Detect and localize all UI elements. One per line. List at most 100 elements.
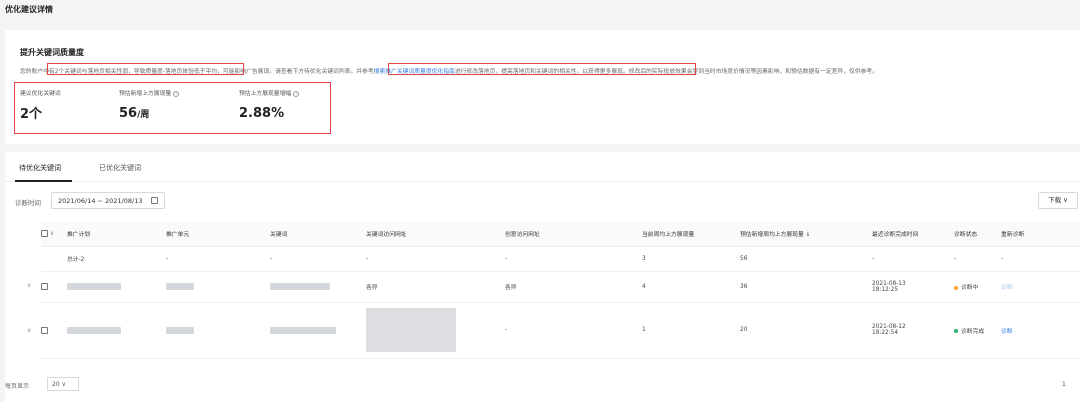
redacted-keyword bbox=[270, 283, 330, 290]
suggest-keywords-label: 建议优化关键词 bbox=[20, 91, 61, 97]
section-title: 提升关键词质量度 bbox=[20, 48, 84, 57]
desc-text-4: 并参考 bbox=[356, 69, 374, 75]
redacted-keyword bbox=[270, 326, 336, 334]
est-impressions-number: 56 bbox=[119, 106, 138, 121]
row-plan bbox=[67, 271, 166, 303]
desc-text-2: 2个关键词与落地页相关性弱，导致质量度-落地页体验低于平均 bbox=[54, 69, 218, 75]
chevron-down-icon[interactable]: ∨ bbox=[27, 327, 31, 334]
total-current: 3 bbox=[642, 246, 740, 272]
desc-text-7: 修改后的实际投放效果会受到当时市场竞价情况等因素影响，和预估数据有一定差异，仅供… bbox=[628, 69, 879, 75]
table-header-row: ∨ 推广计划 推广单元 关键词 关键词访问网址 创意访问网址 当前周均上方展现量… bbox=[41, 222, 1080, 247]
table-row: ∨ 各异 各异 4 36 2021-08-13 18:12:25 诊断中 诊断 bbox=[27, 271, 1080, 303]
suggestion-card: 提升关键词质量度 您的账户中有2个关键词与落地页相关性弱，导致质量度-落地页体验… bbox=[5, 30, 1080, 144]
date-range-value: 2021/06/14 ~ 2021/08/13 bbox=[58, 197, 143, 205]
row-unit bbox=[166, 302, 270, 359]
row-current: 4 bbox=[642, 271, 740, 303]
row-estimated: 20 bbox=[740, 302, 872, 359]
header-creative-url: 创意访问网址 bbox=[505, 222, 642, 247]
desc-text-1: 您的账户中有 bbox=[20, 69, 55, 75]
tab-optimized-keywords[interactable]: 已优化关键词 bbox=[99, 163, 141, 173]
row-select-cell[interactable]: ∨ bbox=[27, 302, 67, 359]
header-last-diagnosis: 最近诊断完成时间 bbox=[872, 222, 954, 247]
keyword-table: ∨ 推广计划 推广单元 关键词 关键词访问网址 创意访问网址 当前周均上方展现量… bbox=[27, 222, 1080, 359]
info-icon[interactable]: i bbox=[293, 90, 300, 97]
active-tab-indicator bbox=[15, 180, 72, 182]
row-status-text: 诊断完成 bbox=[961, 328, 985, 335]
row-status-text: 诊断中 bbox=[961, 285, 979, 291]
redacted-plan bbox=[67, 326, 121, 334]
row-keyword bbox=[270, 302, 366, 359]
date-range-picker[interactable]: 2021/06/14 ~ 2021/08/13 bbox=[51, 192, 165, 209]
row-estimated: 36 bbox=[740, 271, 872, 303]
row-unit bbox=[166, 271, 270, 303]
row-action: 诊断 bbox=[1001, 302, 1080, 359]
download-button[interactable]: 下载 ∨ bbox=[1038, 192, 1078, 209]
calendar-icon bbox=[151, 197, 158, 204]
page-size-select[interactable]: 20 ∨ bbox=[47, 377, 79, 391]
est-rate-label: 预估上方展现量增幅 i bbox=[239, 88, 300, 97]
total-time: - bbox=[872, 246, 954, 272]
info-icon[interactable]: i bbox=[173, 90, 180, 97]
row-action: 诊断 bbox=[1001, 271, 1080, 303]
est-impressions-label-text: 预估新增上方展现量 bbox=[119, 91, 172, 97]
row-creative-url: 各异 bbox=[505, 271, 642, 303]
est-impressions-label: 预估新增上方展现量 i bbox=[119, 88, 180, 97]
row-status: 诊断中 bbox=[954, 271, 1001, 303]
total-keyword-url: - bbox=[366, 246, 505, 272]
status-dot bbox=[954, 329, 958, 333]
keyword-list-card: 待优化关键词 已优化关键词 诊断时间 2021/06/14 ~ 2021/08/… bbox=[5, 152, 1080, 402]
row-creative-url: - bbox=[505, 302, 642, 359]
redacted-unit bbox=[166, 326, 194, 334]
header-keyword: 关键词 bbox=[270, 222, 366, 247]
total-empty-cell bbox=[41, 246, 67, 272]
row-time: 2021-08-12 18:22:54 bbox=[872, 302, 954, 359]
tab-bar: 待优化关键词 已优化关键词 bbox=[5, 152, 1080, 182]
total-action: - bbox=[1001, 246, 1080, 272]
status-dot bbox=[954, 285, 958, 290]
chevron-down-icon[interactable]: ∨ bbox=[50, 230, 54, 237]
row-checkbox[interactable] bbox=[41, 283, 48, 290]
table-total-row: 总计-2 - - - - 3 56 - - - bbox=[41, 246, 1080, 272]
select-all-cell[interactable]: ∨ bbox=[41, 222, 67, 247]
table-row: ∨ - 1 20 2021-08-12 18:22:54 诊断完成 诊断 bbox=[27, 302, 1080, 359]
total-unit: - bbox=[166, 246, 270, 272]
chevron-down-icon[interactable]: ∨ bbox=[27, 282, 31, 289]
select-all-checkbox[interactable] bbox=[41, 230, 48, 238]
page-number[interactable]: 1 bbox=[1062, 381, 1066, 388]
row-select-cell[interactable]: ∨ bbox=[27, 271, 67, 303]
est-impressions-unit: /周 bbox=[137, 110, 150, 120]
desc-text-6: 进行修改落地页，提高落地页和关键词的相关性，以获得更多展现。 bbox=[454, 69, 629, 75]
total-label: 总计-2 bbox=[67, 246, 166, 272]
total-creative-url: - bbox=[505, 246, 642, 272]
row-time-clock: 18:12:25 bbox=[872, 286, 899, 293]
tab-pending-keywords[interactable]: 待优化关键词 bbox=[19, 163, 61, 173]
page-size-label: 每页显示 bbox=[5, 383, 30, 390]
header-plan: 推广计划 bbox=[67, 222, 166, 247]
est-rate-label-text: 预估上方展现量增幅 bbox=[239, 91, 292, 97]
row-status: 诊断完成 bbox=[954, 302, 1001, 359]
header-estimated-impressions[interactable]: 预估新增周均上方展现量 ↓ bbox=[740, 222, 872, 247]
date-filter-label: 诊断时间 bbox=[15, 199, 41, 207]
suggest-keywords-value: 2个 bbox=[20, 107, 43, 122]
row-plan bbox=[67, 302, 166, 359]
redacted-unit bbox=[166, 283, 194, 290]
row-time: 2021-08-13 18:12:25 bbox=[872, 271, 954, 303]
rediagnose-link[interactable]: 诊断 bbox=[1001, 329, 1013, 335]
page-title: 优化建议详情 bbox=[5, 5, 53, 14]
total-estimated: 56 bbox=[740, 246, 872, 272]
quality-guide-link[interactable]: 搜索推广关键词质量度优化指南 bbox=[374, 69, 455, 75]
est-impressions-value: 56/周 bbox=[119, 106, 149, 121]
row-checkbox[interactable] bbox=[41, 326, 48, 334]
est-rate-value: 2.88% bbox=[239, 106, 285, 121]
row-keyword-url: 各异 bbox=[366, 271, 505, 303]
redacted-plan bbox=[67, 283, 121, 290]
row-keyword bbox=[270, 271, 366, 303]
suggestion-description: 您的账户中有2个关键词与落地页相关性弱，导致质量度-落地页体验低于平均，可能影响… bbox=[20, 66, 1080, 75]
redacted-keyword-url bbox=[366, 308, 456, 352]
header-status: 诊断状态 bbox=[954, 222, 1001, 247]
row-current: 1 bbox=[642, 302, 740, 359]
row-time-clock: 18:22:54 bbox=[872, 330, 899, 336]
rediagnose-link-disabled: 诊断 bbox=[1001, 285, 1013, 291]
header-unit: 推广单元 bbox=[166, 222, 270, 247]
header-current-impressions: 当前周均上方展现量 bbox=[642, 222, 740, 247]
